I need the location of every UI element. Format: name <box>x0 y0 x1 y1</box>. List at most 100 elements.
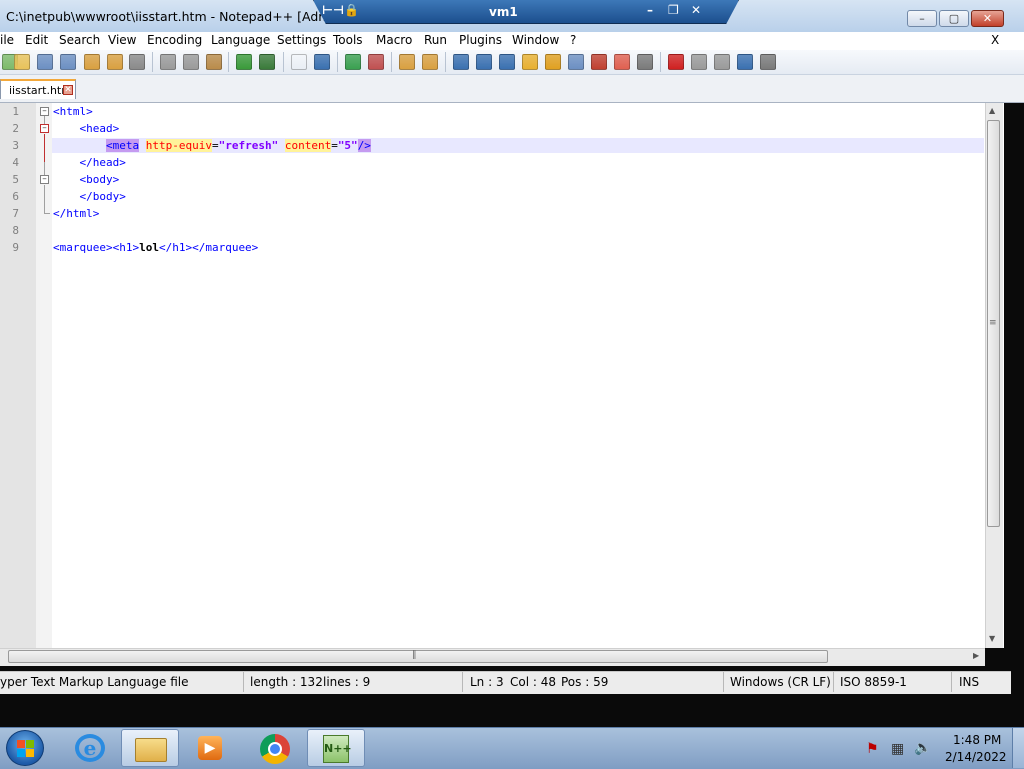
stop-macro-icon[interactable] <box>691 54 707 70</box>
status-encoding: ISO 8859-1 <box>840 675 907 689</box>
menu-item-macro[interactable]: Macro <box>376 33 412 47</box>
doc-list-icon[interactable] <box>614 54 630 70</box>
volume-icon[interactable]: 🔈 <box>914 740 931 756</box>
close-all-icon[interactable] <box>107 54 123 70</box>
fold-collapse-icon[interactable]: – <box>40 124 49 133</box>
vm-name: vm1 <box>489 5 518 19</box>
udl-icon[interactable] <box>522 54 538 70</box>
horizontal-scroll-thumb[interactable] <box>8 650 828 663</box>
sync-vertical-icon[interactable] <box>399 54 415 70</box>
show-desktop-button[interactable] <box>1012 728 1024 768</box>
menu-item-language[interactable]: Language <box>211 33 270 47</box>
function-list-icon[interactable] <box>568 54 584 70</box>
run-macro-multiple-icon[interactable] <box>737 54 753 70</box>
scroll-right-icon[interactable]: ▶ <box>973 651 979 660</box>
code-token: http-equiv <box>145 139 212 152</box>
network-error-icon[interactable]: ⚑ <box>866 741 879 757</box>
save-all-icon[interactable] <box>60 54 76 70</box>
redo-icon[interactable] <box>259 54 275 70</box>
code-token: <marquee><h1> <box>53 241 140 254</box>
replace-icon[interactable] <box>314 54 330 70</box>
show-all-chars-icon[interactable] <box>476 54 492 70</box>
windows-logo-icon <box>26 740 34 748</box>
maximize-button[interactable]: ▢ <box>939 10 969 27</box>
code-line-3: <meta http-equiv="refresh" content="5"/> <box>53 139 371 152</box>
find-icon[interactable] <box>291 54 307 70</box>
toolbar-separator <box>660 52 661 72</box>
close-icon[interactable] <box>84 54 100 70</box>
start-button[interactable] <box>6 730 44 766</box>
code-token: = <box>211 139 219 152</box>
tab-iisstart[interactable]: iisstart.htm ✕ <box>0 79 76 99</box>
line-number: 4 <box>12 156 19 169</box>
print-icon[interactable] <box>129 54 145 70</box>
scroll-up-icon[interactable]: ▲ <box>989 106 995 115</box>
taskbar-notepad-plus-plus[interactable]: N++ <box>307 729 365 767</box>
code-token: <html> <box>53 105 93 118</box>
fold-collapse-icon[interactable]: – <box>40 175 49 184</box>
code-line-5: <body> <box>53 173 120 186</box>
status-insert-mode: INS <box>959 675 980 689</box>
lock-icon: 🔒 <box>344 3 359 17</box>
copy-icon[interactable] <box>183 54 199 70</box>
line-number: 9 <box>12 241 19 254</box>
menu-item-search[interactable]: Search <box>59 33 100 47</box>
save-icon[interactable] <box>37 54 53 70</box>
minimize-button[interactable]: – <box>907 10 937 27</box>
line-number: 2 <box>12 122 19 135</box>
doc-map-icon[interactable] <box>545 54 561 70</box>
sync-horizontal-icon[interactable] <box>422 54 438 70</box>
menu-item-window[interactable]: Window <box>512 33 559 47</box>
record-macro-icon[interactable] <box>668 54 684 70</box>
word-wrap-icon[interactable] <box>453 54 469 70</box>
menu-item-view[interactable]: View <box>108 33 136 47</box>
code-line-9: <marquee><h1>lol</h1></marquee> <box>53 241 258 254</box>
windows-logo-icon <box>17 740 25 748</box>
line-number: 6 <box>12 190 19 203</box>
zoom-out-icon[interactable] <box>368 54 384 70</box>
menu-item-help[interactable]: ? <box>570 33 576 47</box>
vm-close-icon[interactable]: ✕ <box>691 3 701 17</box>
editor-area[interactable] <box>0 103 1004 648</box>
code-token: </head> <box>79 156 126 169</box>
menu-item-ile[interactable]: ile <box>0 33 14 47</box>
menu-item-edit[interactable]: Edit <box>25 33 48 47</box>
fold-collapse-icon[interactable]: – <box>40 107 49 116</box>
menu-item-plugins[interactable]: Plugins <box>459 33 502 47</box>
indent-guide-icon[interactable] <box>499 54 515 70</box>
monitor-icon[interactable] <box>637 54 653 70</box>
play-macro-icon[interactable] <box>714 54 730 70</box>
cut-icon[interactable] <box>160 54 176 70</box>
save-macro-icon[interactable] <box>760 54 776 70</box>
open-file-icon[interactable] <box>14 54 30 70</box>
taskbar-file-explorer[interactable] <box>121 729 179 767</box>
menu-item-run[interactable]: Run <box>424 33 447 47</box>
tab-close-icon[interactable]: ✕ <box>63 85 73 95</box>
network-icon[interactable]: ▦ <box>891 741 904 757</box>
code-token: lol <box>139 241 159 254</box>
toolbar-separator <box>391 52 392 72</box>
taskbar-chrome[interactable] <box>246 729 304 767</box>
paste-icon[interactable] <box>206 54 222 70</box>
close-document-x[interactable]: X <box>991 33 999 47</box>
menu-item-settings[interactable]: Settings <box>277 33 326 47</box>
media-player-icon: ▶ <box>198 736 222 760</box>
status-separator <box>833 672 834 692</box>
clock-time[interactable]: 1:48 PM <box>953 733 1001 747</box>
toolbar-separator <box>152 52 153 72</box>
zoom-in-icon[interactable] <box>345 54 361 70</box>
undo-icon[interactable] <box>236 54 252 70</box>
vm-restore-icon[interactable]: ❐ <box>668 3 679 17</box>
pin-icon[interactable]: ⊢⊣ <box>322 3 344 17</box>
menu-item-tools[interactable]: Tools <box>333 33 363 47</box>
vm-minimize-icon[interactable]: – <box>647 3 653 17</box>
taskbar-media-player[interactable]: ▶ <box>181 729 239 767</box>
menu-item-encoding[interactable]: Encoding <box>147 33 202 47</box>
taskbar-internet-explorer[interactable]: e <box>62 729 120 767</box>
code-line-2: <head> <box>53 122 120 135</box>
close-button[interactable]: ✕ <box>971 10 1004 27</box>
clock-date[interactable]: 2/14/2022 <box>945 750 1007 764</box>
code-line-6: </body> <box>53 190 126 203</box>
scroll-down-icon[interactable]: ▼ <box>989 634 995 643</box>
folder-workspace-icon[interactable] <box>591 54 607 70</box>
